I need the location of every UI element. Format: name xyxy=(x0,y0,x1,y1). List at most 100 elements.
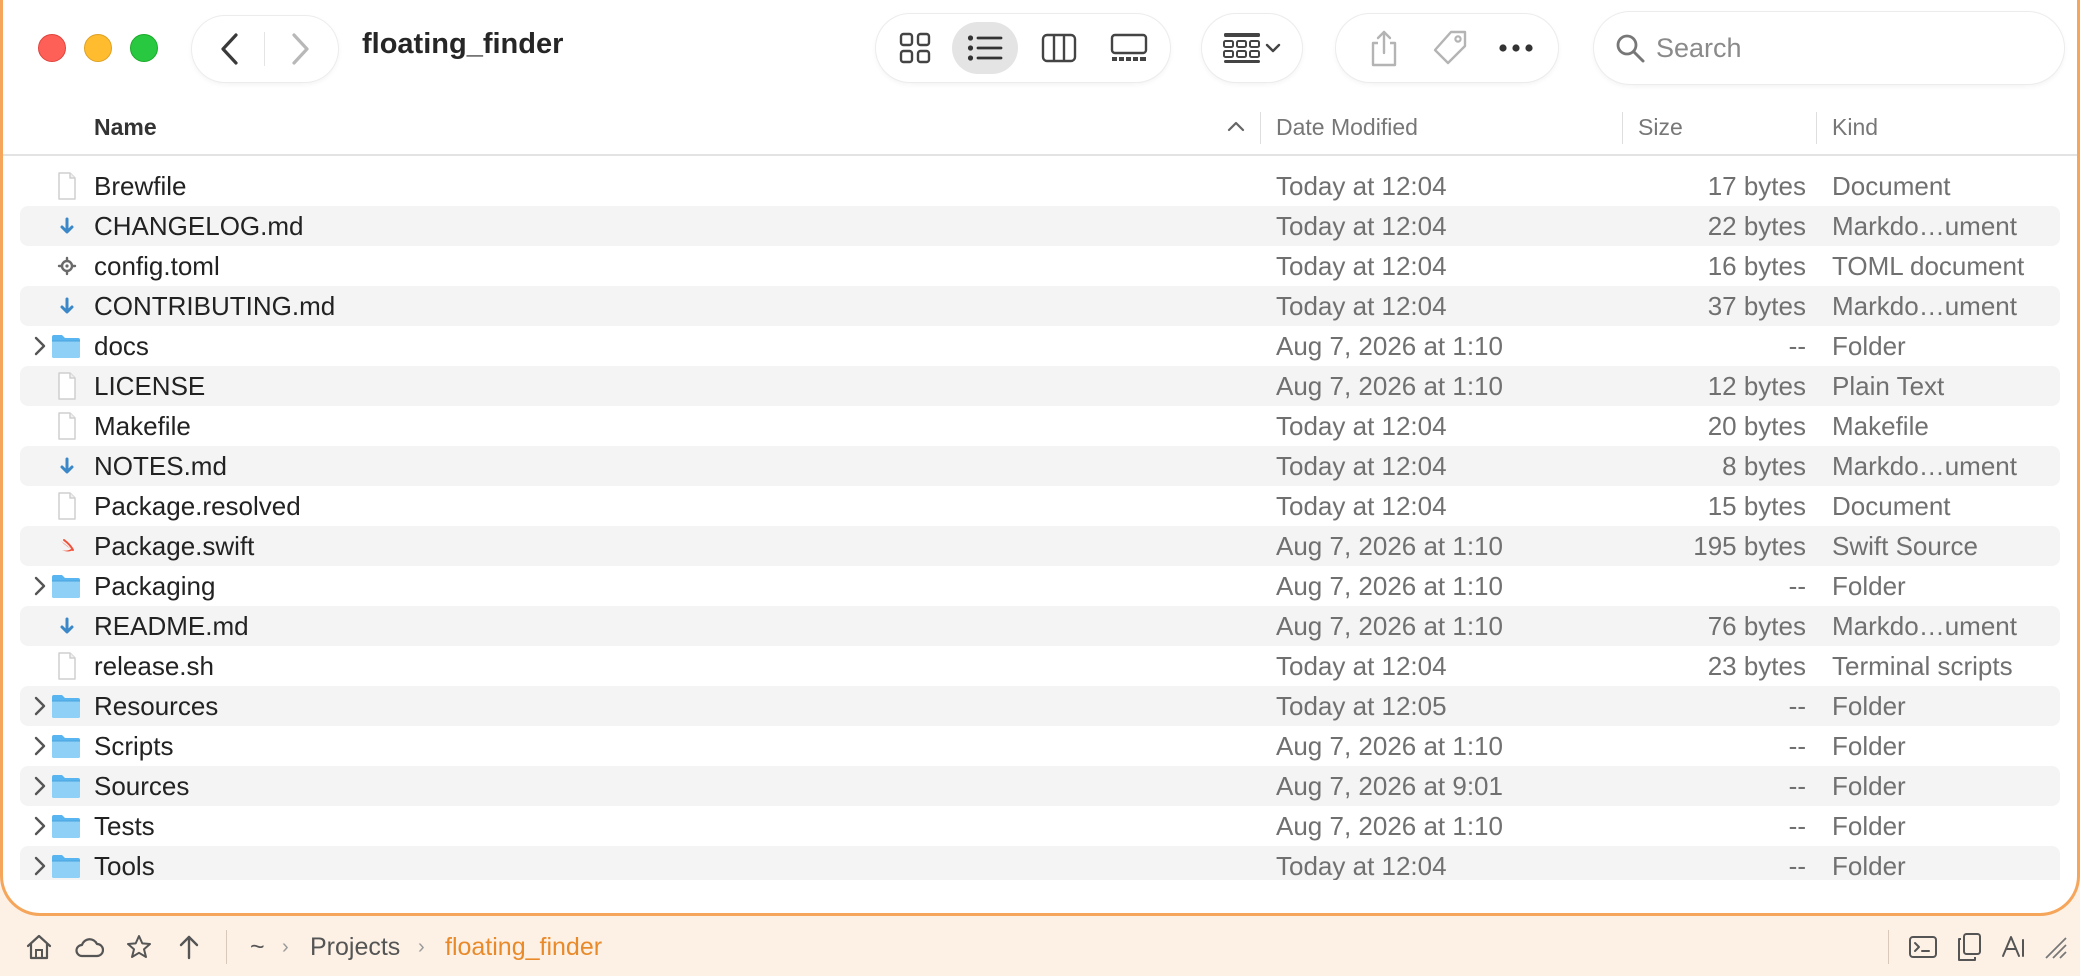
icon-view-button[interactable] xyxy=(882,22,948,74)
breadcrumb-home[interactable]: ~ xyxy=(250,924,265,970)
group-by-button[interactable] xyxy=(1202,14,1302,82)
enclosing-folder-button[interactable] xyxy=(174,932,204,962)
file-name: Scripts xyxy=(94,731,174,761)
column-view-button[interactable] xyxy=(1026,22,1092,74)
disclosure-chevron-icon[interactable] xyxy=(28,574,52,598)
breadcrumb-projects[interactable]: Projects xyxy=(310,924,400,970)
column-kind-header[interactable]: Kind xyxy=(1832,100,1878,154)
disclosure-chevron-icon[interactable] xyxy=(28,694,52,718)
breadcrumb-separator-icon: › xyxy=(418,936,425,958)
columns-icon xyxy=(1041,33,1077,63)
view-mode-group xyxy=(876,14,1170,82)
file-row[interactable]: Brewfile Today at 12:04 17 bytes Document xyxy=(20,166,2060,206)
file-size: 12 bytes xyxy=(1707,371,1806,401)
file-name: Packaging xyxy=(94,571,216,601)
file-row[interactable]: Packaging Aug 7, 2026 at 1:10 -- Folder xyxy=(20,566,2060,606)
copy-icon xyxy=(1958,933,1981,961)
zoom-window-button[interactable] xyxy=(130,34,158,62)
column-name-header[interactable]: Name xyxy=(94,100,157,154)
resize-grip-icon xyxy=(2045,937,2067,959)
text-size-icon xyxy=(2002,936,2024,957)
folder-icon xyxy=(50,851,82,881)
file-size: 195 bytes xyxy=(1693,531,1806,561)
document-icon xyxy=(50,371,82,401)
column-size-header[interactable]: Size xyxy=(1638,100,1683,154)
cloud-icon xyxy=(75,938,104,958)
disclosure-chevron-icon[interactable] xyxy=(28,334,52,358)
search-icon xyxy=(1616,34,1645,63)
navigation-group xyxy=(192,16,338,82)
file-row[interactable]: NOTES.md Today at 12:04 8 bytes Markdo…umen… xyxy=(20,446,2060,486)
text-size-button[interactable] xyxy=(2000,932,2030,962)
minimize-window-button[interactable] xyxy=(84,34,112,62)
more-actions-button[interactable] xyxy=(1486,22,1546,74)
home-icon xyxy=(26,934,52,960)
file-size: -- xyxy=(1788,731,1806,761)
path-bar-divider xyxy=(1888,930,1889,964)
file-row[interactable]: Scripts Aug 7, 2026 at 1:10 -- Folder xyxy=(20,726,2060,766)
folder-icon xyxy=(50,731,82,761)
list-view-button[interactable] xyxy=(952,22,1018,74)
file-kind: Folder xyxy=(1832,731,1906,761)
file-kind: Folder xyxy=(1832,331,1906,361)
file-size: 76 bytes xyxy=(1707,611,1806,641)
icloud-button[interactable] xyxy=(74,932,104,962)
file-kind: Folder xyxy=(1832,571,1906,601)
breadcrumb-current[interactable]: floating_finder xyxy=(445,924,602,970)
search-field[interactable] xyxy=(1594,12,2064,84)
disclosure-chevron-icon[interactable] xyxy=(28,734,52,758)
document-icon xyxy=(50,491,82,521)
column-date-header[interactable]: Date Modified xyxy=(1276,100,1418,154)
file-size: 22 bytes xyxy=(1707,211,1806,241)
share-button[interactable] xyxy=(1354,22,1414,74)
tag-button[interactable] xyxy=(1420,22,1480,74)
file-row[interactable]: CHANGELOG.md Today at 12:04 22 bytes Markdo… xyxy=(20,206,2060,246)
file-date-modified: Today at 12:04 xyxy=(1276,171,1447,201)
nav-divider xyxy=(264,32,265,66)
file-row[interactable]: CONTRIBUTING.md Today at 12:04 37 bytes Mar… xyxy=(20,286,2060,326)
search-input[interactable] xyxy=(1656,26,2036,70)
file-row[interactable]: docs Aug 7, 2026 at 1:10 -- Folder xyxy=(20,326,2060,366)
file-kind: Markdo…ument xyxy=(1832,291,2017,321)
markdown-file-icon xyxy=(50,451,82,481)
document-icon xyxy=(50,171,82,201)
terminal-button[interactable] xyxy=(1908,932,1938,962)
file-date-modified: Today at 12:04 xyxy=(1276,291,1447,321)
forward-button[interactable] xyxy=(268,16,332,82)
close-window-button[interactable] xyxy=(38,34,66,62)
file-row[interactable]: config.toml Today at 12:04 16 bytes TOML do… xyxy=(20,246,2060,286)
copy-path-button[interactable] xyxy=(1954,932,1984,962)
gallery-view-button[interactable] xyxy=(1096,22,1162,74)
column-divider[interactable] xyxy=(1260,112,1261,144)
folder-icon xyxy=(50,691,82,721)
file-kind: Folder xyxy=(1832,811,1906,841)
file-name: Sources xyxy=(94,771,190,801)
file-date-modified: Aug 7, 2026 at 1:10 xyxy=(1276,731,1503,761)
disclosure-chevron-icon[interactable] xyxy=(28,814,52,838)
file-row[interactable]: README.md Aug 7, 2026 at 1:10 76 bytes Mark… xyxy=(20,606,2060,646)
column-divider[interactable] xyxy=(1622,112,1623,144)
disclosure-chevron-icon[interactable] xyxy=(28,774,52,798)
file-size: 20 bytes xyxy=(1707,411,1806,441)
share-icon xyxy=(1371,30,1397,67)
file-date-modified: Today at 12:04 xyxy=(1276,491,1447,521)
file-row[interactable]: Makefile Today at 12:04 20 bytes Makefile xyxy=(20,406,2060,446)
file-row[interactable]: LICENSE Aug 7, 2026 at 1:10 12 bytes Plain … xyxy=(20,366,2060,406)
sort-ascending-icon[interactable] xyxy=(1224,114,1248,138)
home-button[interactable] xyxy=(24,932,54,962)
file-date-modified: Aug 7, 2026 at 1:10 xyxy=(1276,571,1503,601)
back-button[interactable] xyxy=(198,16,262,82)
file-row[interactable]: release.sh Today at 12:04 23 bytes Terminal… xyxy=(20,646,2060,686)
file-row[interactable]: Resources Today at 12:05 -- Folder xyxy=(20,686,2060,726)
tag-icon xyxy=(1433,30,1467,65)
column-divider[interactable] xyxy=(1816,112,1817,144)
file-row[interactable]: Package.swift Aug 7, 2026 at 1:10 195 byte… xyxy=(20,526,2060,566)
file-row[interactable]: Tests Aug 7, 2026 at 1:10 -- Folder xyxy=(20,806,2060,846)
file-kind: Terminal scripts xyxy=(1832,651,2013,681)
favorites-button[interactable] xyxy=(124,932,154,962)
disclosure-chevron-icon[interactable] xyxy=(28,854,52,878)
file-size: 23 bytes xyxy=(1707,651,1806,681)
file-row[interactable]: Package.resolved Today at 12:04 15 bytes Do… xyxy=(20,486,2060,526)
file-row[interactable]: Sources Aug 7, 2026 at 9:01 -- Folder xyxy=(20,766,2060,806)
resize-grip[interactable] xyxy=(2040,932,2070,962)
